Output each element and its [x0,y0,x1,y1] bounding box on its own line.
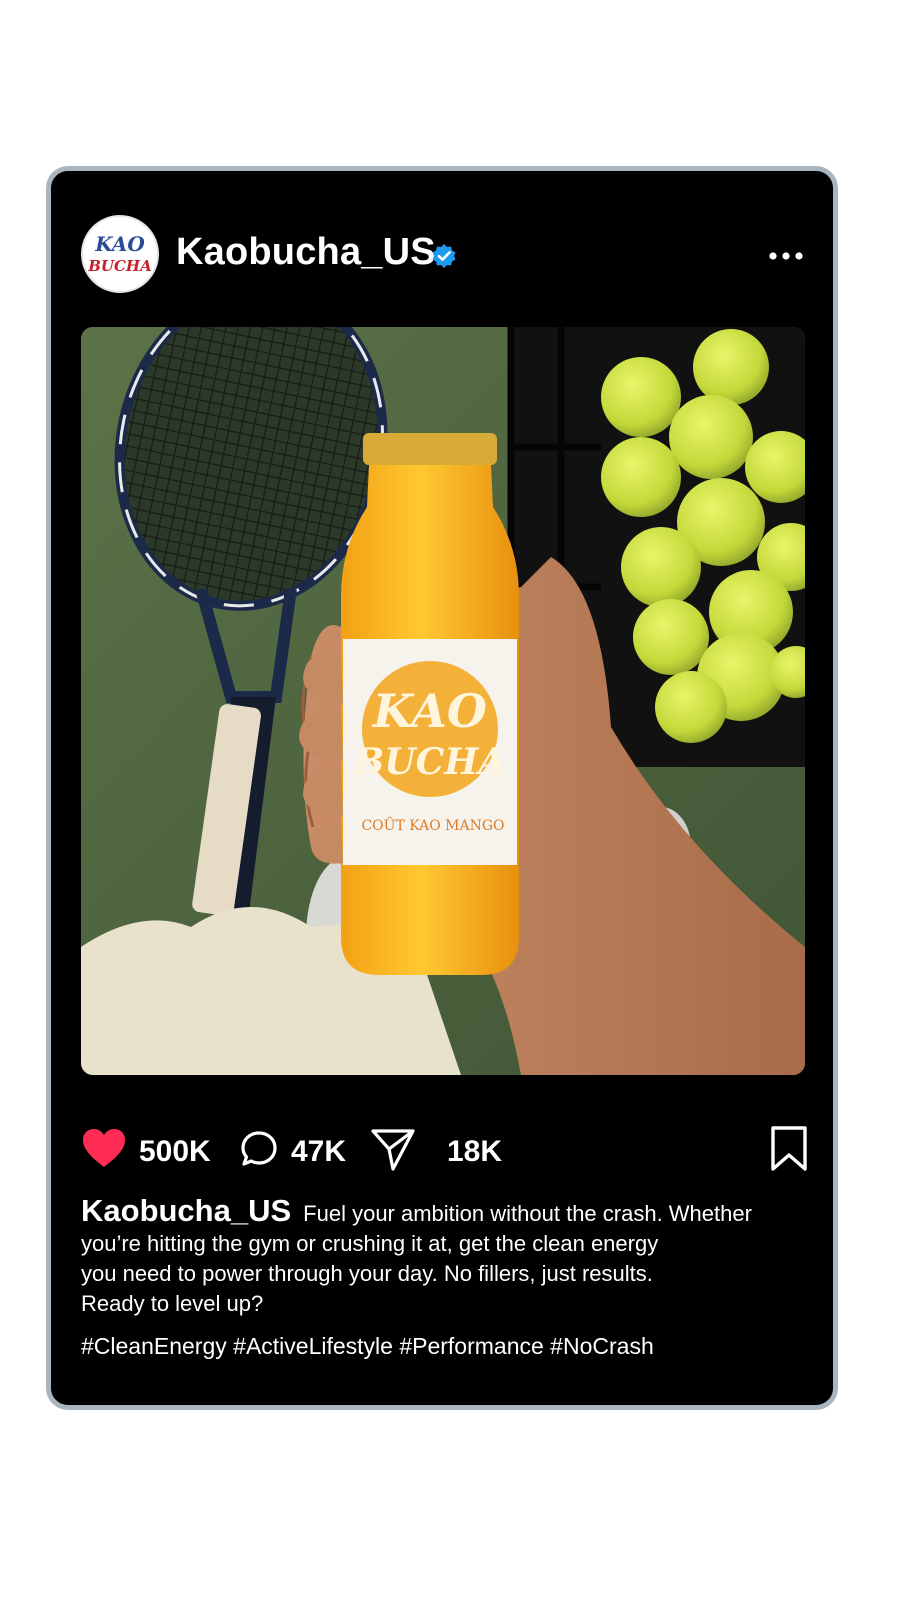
bottle-label-flavor: COÛT KAO MANGO [361,816,504,834]
caption-username[interactable]: Kaobucha_US [81,1193,291,1228]
more-options-icon[interactable] [768,249,804,263]
likes-count[interactable]: 500K [139,1135,211,1169]
caption-text-1: Fuel your ambition without the crash. Wh… [303,1201,752,1226]
caption-line-2: you’re hitting the gym or crushing it at… [81,1231,659,1256]
post-photo: KAO BUCHA COÛT KAO MANGO [81,327,805,1075]
bottle-label-brand-1: KAO [371,684,487,738]
post-header: KAO BUCHA Kaobucha_US [51,171,833,321]
comment-icon[interactable] [239,1129,279,1169]
bookmark-icon[interactable] [769,1125,809,1173]
shares-count[interactable]: 18K [447,1135,502,1169]
comments-count[interactable]: 47K [291,1135,346,1169]
post-username[interactable]: Kaobucha_US [176,231,436,274]
heart-icon[interactable] [81,1127,127,1169]
brand-logo: KAO BUCHA [87,232,152,275]
bottle-label-brand-2: BUCHA [353,741,506,783]
post-actions: 500K 47K 18K [51,1121,833,1181]
caption-line-1: Kaobucha_US Fuel your ambition without th… [81,1193,801,1229]
caption-line-4: Ready to level up? [81,1291,264,1316]
avatar-logo-line-2: BUCHA [87,257,152,275]
post-caption: Kaobucha_US Fuel your ambition without th… [81,1193,801,1319]
send-icon[interactable] [369,1125,417,1173]
post-hashtags[interactable]: #CleanEnergy #ActiveLifestyle #Performan… [81,1333,654,1360]
post-card: KAO BUCHA Kaobucha_US KAO BUCHA COÛT KAO… [46,166,838,1410]
caption-line-3: you need to power through your day. No f… [81,1261,653,1286]
avatar[interactable]: KAO BUCHA [81,215,159,293]
verified-badge-icon [432,244,456,268]
post-image[interactable]: KAO BUCHA COÛT KAO MANGO [81,327,805,1075]
avatar-logo-line-1: KAO [94,232,145,256]
